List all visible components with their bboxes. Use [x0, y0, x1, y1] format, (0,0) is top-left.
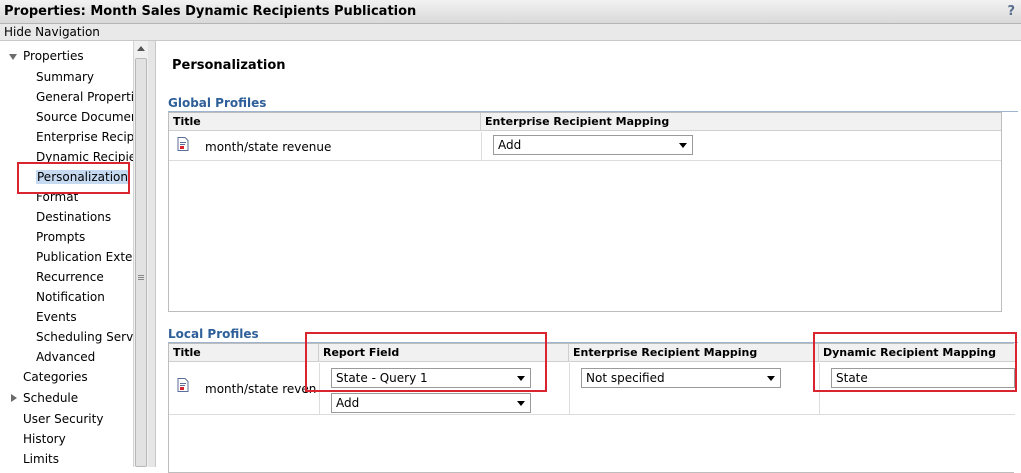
nav-item-destinations[interactable]: Destinations — [36, 207, 111, 227]
chevron-down-icon — [767, 376, 775, 381]
nav-item-scheduling-server[interactable]: Scheduling Server — [36, 327, 133, 347]
navigation-scrollbar[interactable] — [133, 41, 148, 467]
nav-item-recurrence[interactable]: Recurrence — [36, 267, 104, 287]
nav-item-advanced[interactable]: Advanced — [36, 347, 95, 367]
select-value: Not specified — [586, 371, 665, 385]
nav-item-history[interactable]: History — [23, 429, 66, 449]
expand-schedule-icon[interactable] — [11, 394, 17, 402]
select-value: Add — [336, 396, 360, 410]
document-icon — [177, 378, 189, 392]
select-value: Add — [498, 138, 522, 152]
dynamic-mapping-highlight-box — [813, 332, 1017, 392]
expand-properties-icon[interactable] — [9, 54, 17, 60]
nav-item-publication-extensions[interactable]: Publication Extensions — [36, 247, 133, 267]
nav-item-notification[interactable]: Notification — [36, 287, 105, 307]
grip-icon — [138, 275, 144, 280]
nav-item-summary[interactable]: Summary — [36, 67, 94, 87]
column-divider — [569, 363, 570, 415]
local-enterprise-mapping-select[interactable]: Not specified — [581, 368, 781, 388]
column-header-title: Title — [169, 113, 481, 131]
nav-item-enterprise-recipients[interactable]: Enterprise Recipients — [36, 127, 133, 147]
global-profile-title: month/state revenue — [205, 140, 332, 154]
nav-item-general-properties[interactable]: General Properties — [36, 87, 133, 107]
nav-item-prompts[interactable]: Prompts — [36, 227, 85, 247]
nav-item-source-documents[interactable]: Source Documents — [36, 107, 133, 127]
page-title: Personalization — [172, 58, 286, 73]
nav-item-properties[interactable]: Properties — [23, 46, 84, 66]
nav-item-events[interactable]: Events — [36, 307, 77, 327]
document-icon — [177, 137, 189, 151]
column-header-enterprise-mapping: Enterprise Recipient Mapping — [569, 344, 819, 362]
navigation-tree: Properties Summary General Properties So… — [0, 41, 133, 467]
column-header-enterprise-mapping: Enterprise Recipient Mapping — [485, 115, 670, 128]
table-row: month/state revenue Add — [169, 132, 1001, 161]
chevron-down-icon — [517, 401, 525, 406]
global-profiles-table: Title Enterprise Recipient Mapping month… — [168, 112, 1002, 312]
scroll-thumb[interactable] — [135, 58, 147, 467]
pane-splitter[interactable] — [148, 41, 156, 467]
report-field-highlight-box — [305, 332, 547, 392]
help-icon[interactable]: ? — [1007, 0, 1015, 24]
hide-navigation-link[interactable]: Hide Navigation — [0, 24, 1021, 41]
column-divider — [481, 132, 482, 161]
nav-item-user-security[interactable]: User Security — [23, 409, 103, 429]
chevron-down-icon — [679, 143, 687, 148]
scroll-up-icon[interactable] — [137, 46, 145, 51]
column-header-title: Title — [169, 344, 319, 362]
global-profiles-title: Global Profiles — [168, 96, 1018, 112]
window-titlebar: Properties: Month Sales Dynamic Recipien… — [0, 0, 1021, 24]
main-content: Personalization Global Profiles Title En… — [157, 41, 1021, 473]
window-title: Properties: Month Sales Dynamic Recipien… — [4, 4, 417, 19]
local-profile-title: month/state revenue — [205, 382, 317, 396]
nav-item-schedule[interactable]: Schedule — [23, 388, 78, 408]
personalization-highlight-box — [17, 162, 130, 194]
global-enterprise-mapping-select[interactable]: Add — [493, 135, 693, 155]
nav-item-limits[interactable]: Limits — [23, 449, 59, 467]
global-profiles-header: Title Enterprise Recipient Mapping — [169, 113, 1001, 131]
report-field-add-select[interactable]: Add — [331, 393, 531, 413]
nav-item-categories[interactable]: Categories — [23, 367, 88, 387]
